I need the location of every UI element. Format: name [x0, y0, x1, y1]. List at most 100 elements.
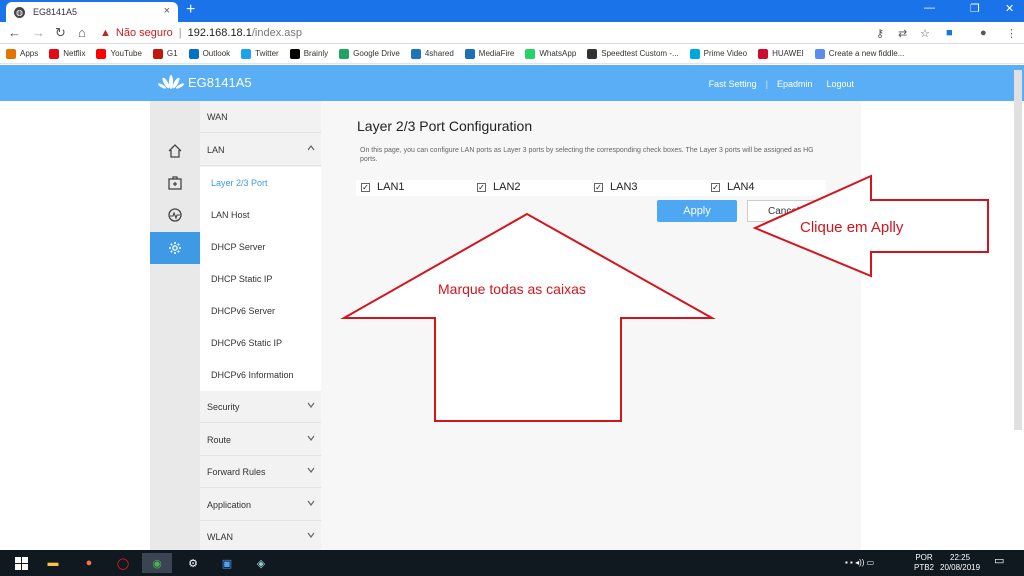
url-host: 192.168.18.1 [187, 27, 252, 39]
extension-icon[interactable]: ■ [946, 27, 953, 39]
bookmark-item[interactable]: Apps [6, 48, 38, 59]
bookmark-icon [49, 48, 60, 59]
url-field[interactable]: ▲ Não seguro | 192.168.18.1 /index.asp [100, 24, 860, 42]
bookmark-item[interactable]: Netflix [49, 48, 85, 59]
bookmark-item[interactable]: Speedtest Custom -... [587, 48, 679, 59]
control-panel-icon[interactable]: ▣ [212, 553, 242, 573]
clock-date: 20/08/2019 [940, 563, 981, 572]
bookmark-label: WhatsApp [539, 49, 577, 58]
submenu-dhcp-server[interactable]: DHCP Server [200, 231, 321, 263]
reload-icon[interactable]: ↻ [55, 25, 66, 41]
bookmark-item[interactable]: Outlook [188, 48, 231, 59]
bookmark-label: Create a new fiddle... [828, 49, 905, 58]
forward-icon[interactable]: → [32, 25, 45, 40]
back-icon[interactable]: ← [8, 25, 21, 40]
lan1-checkbox[interactable]: ✓ [361, 182, 370, 192]
device-model: EG8141A5 [188, 74, 252, 90]
bookmark-label: Twitter [255, 49, 279, 58]
menu-wlan[interactable]: WLAN [200, 521, 321, 553]
bookmark-item[interactable]: Twitter [241, 48, 279, 59]
toolbox-nav-icon[interactable] [150, 167, 200, 199]
file-explorer-icon[interactable]: ▬ [38, 553, 68, 573]
menu-route[interactable]: Route [200, 424, 321, 456]
router-logo: EG8141A5 [158, 74, 252, 90]
lan4-checkbox[interactable]: ✓ [711, 182, 720, 192]
windows-start-icon[interactable] [6, 553, 36, 573]
router-header: EG8141A5 Fast Setting | Epadmin Logout [0, 65, 1024, 101]
network-app-icon[interactable]: ◈ [246, 553, 276, 573]
submenu-dhcpv6-information[interactable]: DHCPv6 Information [200, 359, 321, 391]
lan3-checkbox[interactable]: ✓ [594, 182, 603, 192]
bookmark-item[interactable]: WhatsApp [525, 48, 577, 59]
lan1-label: LAN1 [377, 181, 405, 193]
bookmark-item[interactable]: Google Drive [339, 48, 400, 59]
firefox-icon[interactable]: ● [74, 553, 104, 573]
browser-tab[interactable]: ◍ EG8141A5 × [6, 2, 178, 22]
fast-setting-link[interactable]: Fast Setting [709, 79, 757, 89]
bookmark-item[interactable]: HUAWEI [758, 48, 804, 59]
settings-nav-icon[interactable] [150, 232, 200, 264]
bookmark-label: Outlook [202, 49, 231, 58]
menu-wan[interactable]: WAN [200, 101, 321, 133]
key-icon[interactable]: ⚷ [876, 27, 884, 40]
bookmark-label: Speedtest Custom -... [601, 49, 679, 58]
lan3-option[interactable]: ✓ LAN3 [594, 181, 638, 193]
chevron-down-icon [307, 500, 315, 506]
submenu-dhcpv6-server[interactable]: DHCPv6 Server [200, 295, 321, 327]
menu-dots-icon[interactable]: ⋮ [1006, 27, 1017, 40]
translate-icon[interactable]: ⇄ [898, 27, 907, 40]
bookmark-icon [758, 48, 769, 59]
bookmark-icon [188, 48, 199, 59]
bookmark-item[interactable]: MediaFire [464, 48, 514, 59]
logout-link[interactable]: Logout [826, 79, 854, 89]
language-indicator[interactable]: POR PTB2 [914, 553, 934, 573]
lan2-label: LAN2 [493, 181, 521, 193]
menu-lan[interactable]: LAN [200, 134, 321, 166]
chrome-icon[interactable]: ◉ [142, 553, 172, 573]
clock[interactable]: 22:25 20/08/2019 [940, 553, 980, 573]
bookmark-item[interactable]: Prime Video [689, 48, 747, 59]
bookmark-item[interactable]: YouTube [96, 48, 142, 59]
profile-icon[interactable]: ● [980, 27, 987, 39]
menu-security[interactable]: Security [200, 391, 321, 423]
star-icon[interactable]: ☆ [920, 27, 930, 40]
lan2-checkbox[interactable]: ✓ [477, 182, 486, 192]
submenu-dhcp-static-ip[interactable]: DHCP Static IP [200, 263, 321, 295]
home-nav-icon[interactable] [150, 135, 200, 167]
lan4-option[interactable]: ✓ LAN4 [711, 181, 755, 193]
bookmark-item[interactable]: Brainly [289, 48, 329, 59]
restore-icon[interactable]: ❐ [970, 2, 980, 15]
opera-icon[interactable]: ◯ [108, 553, 138, 573]
bookmark-item[interactable]: G1 [152, 48, 178, 59]
menu-forward-rules[interactable]: Forward Rules [200, 456, 321, 488]
menu-lan-label: LAN [207, 144, 225, 155]
apply-button[interactable]: Apply [657, 200, 737, 222]
menu-application[interactable]: Application [200, 489, 321, 521]
minimize-icon[interactable]: — [924, 2, 935, 14]
settings-app-icon[interactable]: ⚙ [178, 553, 208, 573]
lan4-label: LAN4 [727, 181, 755, 193]
clock-time: 22:25 [950, 553, 971, 562]
lang-secondary: PTB2 [914, 563, 935, 572]
bookmark-item[interactable]: 4shared [410, 48, 454, 59]
bookmark-label: Brainly [303, 49, 329, 58]
new-tab-button[interactable]: + [186, 1, 195, 19]
submenu-lan-host[interactable]: LAN Host [200, 199, 321, 231]
url-path: /index.asp [251, 27, 303, 39]
security-label: Não seguro [115, 27, 173, 39]
diagnose-nav-icon[interactable] [150, 199, 200, 231]
tray-icons[interactable]: ▪ ▪ ◂)) ▭ [845, 558, 874, 568]
epadmin-link[interactable]: Epadmin [777, 79, 813, 89]
page-scrollbar[interactable] [1014, 70, 1022, 430]
lang-primary: POR [915, 553, 933, 562]
bookmark-item[interactable]: Create a new fiddle... [814, 48, 905, 59]
submenu-dhcpv6-static-ip[interactable]: DHCPv6 Static IP [200, 327, 321, 359]
close-tab-icon[interactable]: × [164, 5, 170, 17]
close-window-icon[interactable]: ✕ [1005, 2, 1014, 15]
lan1-option[interactable]: ✓ LAN1 [361, 181, 405, 193]
home-icon[interactable]: ⌂ [78, 25, 86, 40]
notification-icon[interactable]: ▭ [994, 556, 1004, 567]
lan2-option[interactable]: ✓ LAN2 [477, 181, 521, 193]
submenu-layer23-port[interactable]: Layer 2/3 Port [200, 167, 321, 199]
bookmark-icon [410, 48, 421, 59]
